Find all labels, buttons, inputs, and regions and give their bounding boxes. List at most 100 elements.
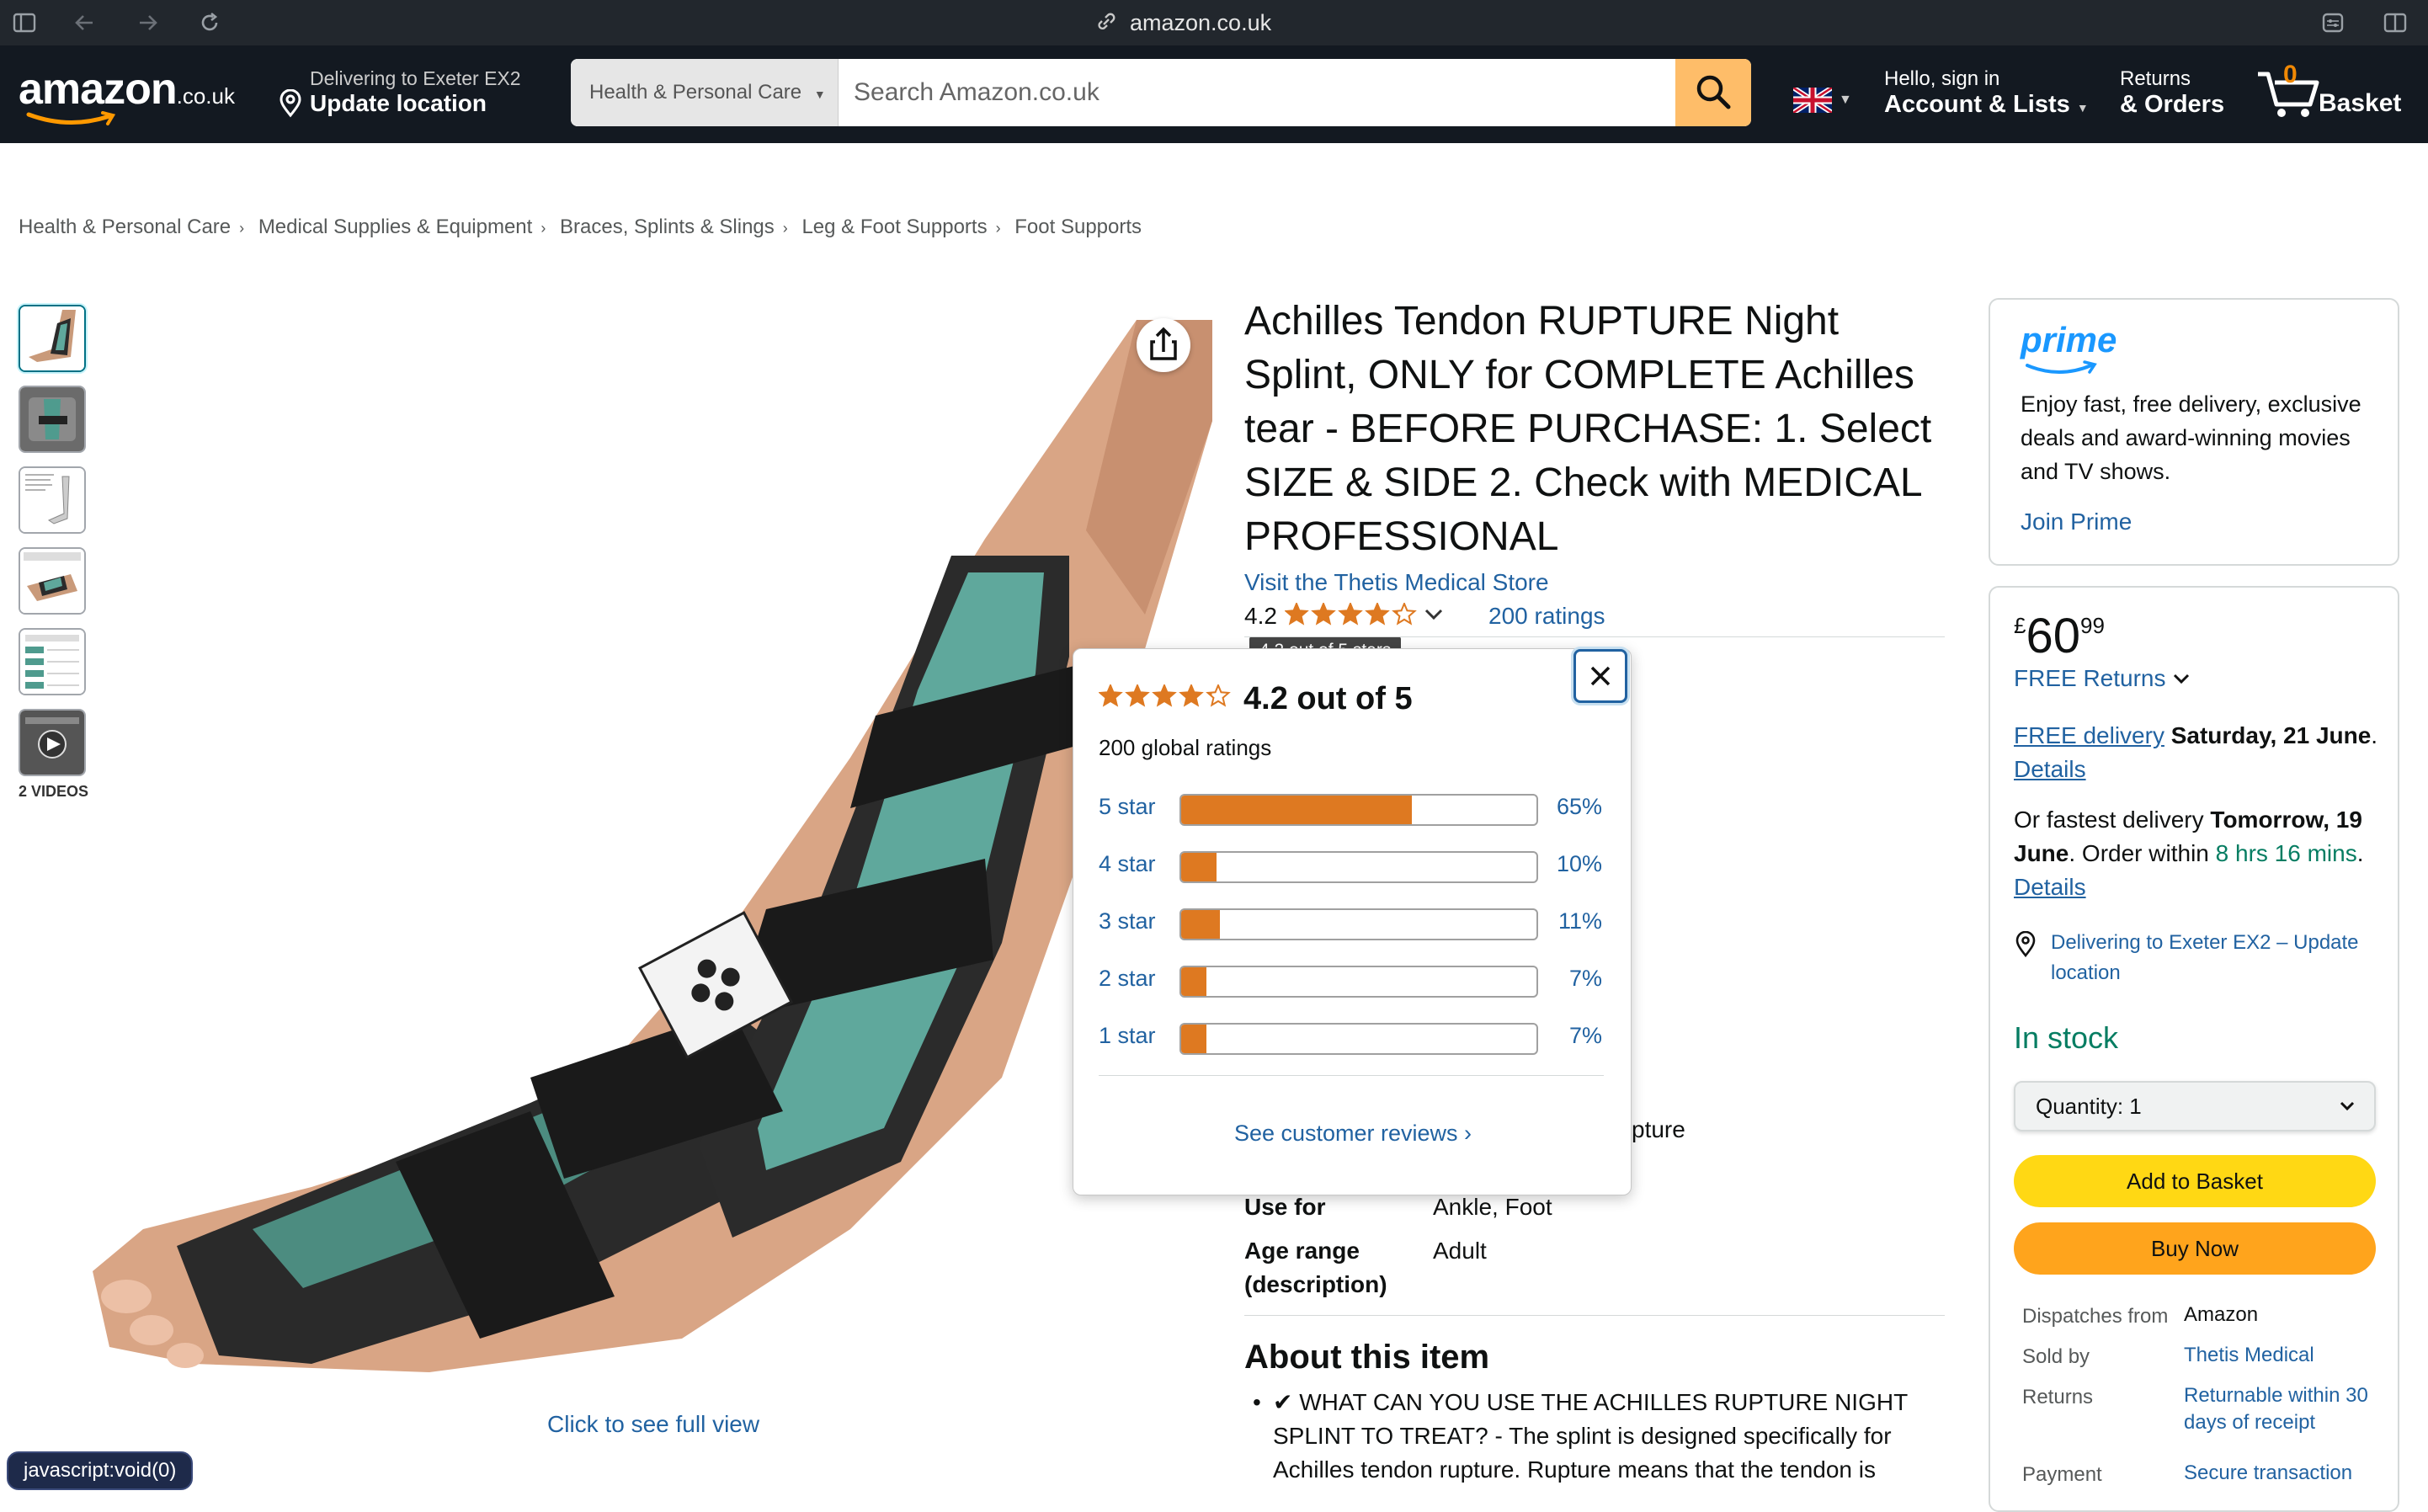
- reload-icon[interactable]: [197, 11, 222, 35]
- language-caret-icon: ▼: [1839, 93, 1852, 107]
- search-category-select[interactable]: Health & Personal Care ▼: [571, 59, 839, 126]
- payment-link[interactable]: Secure transaction: [2184, 1460, 2386, 1487]
- search-button[interactable]: [1675, 59, 1751, 126]
- thumbnail-1[interactable]: [19, 305, 86, 372]
- hist-bar-4[interactable]: [1179, 851, 1538, 883]
- quantity-value: 1: [2129, 1094, 2142, 1119]
- close-button[interactable]: [1573, 649, 1627, 703]
- main-product-image[interactable]: [93, 320, 1212, 1398]
- chevron-down-icon[interactable]: [1423, 603, 1445, 631]
- thumbnail-5[interactable]: [19, 628, 86, 695]
- forward-icon[interactable]: [135, 11, 160, 35]
- returns-policy-link[interactable]: Returnable within 30 days of receipt: [2184, 1382, 2386, 1436]
- hist-pct-2[interactable]: 7%: [1555, 966, 1602, 992]
- dispatches-value: Amazon: [2184, 1303, 2259, 1326]
- thumbnail-3[interactable]: [19, 466, 86, 534]
- about-title: About this item: [1244, 1339, 1490, 1376]
- product-title: Achilles Tendon RUPTURE Night Splint, ON…: [1244, 299, 1932, 559]
- full-view-link[interactable]: Click to see full view: [547, 1411, 759, 1438]
- order-countdown: 8 hrs 16 mins: [2215, 840, 2357, 866]
- star-icon: [1099, 684, 1123, 707]
- add-to-basket-button[interactable]: Add to Basket: [2014, 1155, 2376, 1207]
- hist-label-5[interactable]: 5 star: [1099, 794, 1156, 820]
- details-link[interactable]: Details: [2014, 874, 2086, 900]
- hist-bar-5[interactable]: [1179, 794, 1538, 826]
- see-reviews-link[interactable]: See customer reviews ›: [1073, 1121, 1632, 1147]
- buy-box: £6099 FREE Returns FREE delivery Saturda…: [1989, 586, 2399, 1512]
- sidebar-toggle-icon[interactable]: [12, 11, 37, 35]
- videos-label[interactable]: 2 VIDEOS: [19, 783, 88, 801]
- hist-bar-1[interactable]: [1179, 1023, 1538, 1055]
- hist-label-4[interactable]: 4 star: [1099, 851, 1156, 877]
- hist-bar-3[interactable]: [1179, 908, 1538, 940]
- search-input[interactable]: [839, 59, 1689, 126]
- back-icon[interactable]: [72, 11, 98, 35]
- breadcrumb-item[interactable]: Medical Supplies & Equipment: [258, 216, 533, 238]
- star-rating-icon[interactable]: [1285, 603, 1419, 630]
- details-link[interactable]: Details: [2014, 756, 2086, 782]
- breadcrumb-item[interactable]: Braces, Splints & Slings: [560, 216, 775, 238]
- video-thumbnail[interactable]: [19, 709, 86, 776]
- payment-label: Payment: [2022, 1463, 2102, 1486]
- extension-icon[interactable]: [2320, 11, 2345, 35]
- breadcrumb-item[interactable]: Leg & Foot Supports: [801, 216, 987, 238]
- star-icon: [1285, 603, 1309, 626]
- split-view-icon[interactable]: [2383, 11, 2408, 35]
- price-fraction: 99: [2079, 613, 2105, 638]
- location-pin-icon: [280, 89, 301, 118]
- spec-partial-value: pture: [1632, 1116, 1685, 1142]
- store-link[interactable]: Visit the Thetis Medical Store: [1244, 569, 1549, 596]
- fastest-prefix: Or fastest delivery: [2014, 807, 2204, 833]
- hist-label-3[interactable]: 3 star: [1099, 908, 1156, 934]
- quantity-select[interactable]: Quantity: 1: [2014, 1081, 2376, 1131]
- delivery-location-link[interactable]: Delivering to Exeter EX2 – Update locati…: [2051, 928, 2388, 988]
- hist-pct-5[interactable]: 65%: [1555, 794, 1602, 820]
- ratings-count-link[interactable]: 200 ratings: [1488, 603, 1605, 630]
- status-bar-url: javascript:void(0): [7, 1451, 194, 1490]
- thumbnail-4[interactable]: [19, 547, 86, 615]
- account-caret-icon: ▼: [2076, 101, 2089, 114]
- deliver-to[interactable]: Delivering to Exeter EX2 Update location: [278, 67, 521, 118]
- price: £6099: [2014, 608, 2105, 664]
- uk-flag-icon[interactable]: [1793, 88, 1832, 113]
- prime-text: Enjoy fast, free delivery, exclusive dea…: [2021, 391, 2361, 484]
- divider: [1099, 1075, 1604, 1076]
- spec-key: Use for: [1244, 1194, 1326, 1220]
- breadcrumb-item[interactable]: Health & Personal Care: [19, 216, 231, 238]
- logo-text: amazon: [19, 65, 178, 114]
- basket-label[interactable]: Basket: [2319, 89, 2401, 118]
- join-prime-link[interactable]: Join Prime: [2021, 508, 2132, 535]
- free-returns-link[interactable]: FREE Returns: [2014, 665, 2191, 692]
- hist-bar-2[interactable]: [1179, 966, 1538, 998]
- close-icon: [1590, 666, 1611, 686]
- spec-key-line2: (description): [1244, 1271, 1387, 1297]
- star-icon: [1365, 603, 1390, 626]
- share-button[interactable]: [1137, 318, 1190, 372]
- sold-by-label: Sold by: [2022, 1345, 2090, 1368]
- breadcrumb-separator: ›: [239, 220, 245, 237]
- logo-tld: .co.uk: [176, 83, 235, 109]
- address-bar[interactable]: amazon.co.uk: [1094, 8, 1347, 37]
- free-delivery-link[interactable]: FREE delivery: [2014, 722, 2164, 748]
- share-icon: [1150, 327, 1177, 360]
- spec-key: Age range: [1244, 1238, 1360, 1264]
- spec-value: Ankle, Foot: [1433, 1194, 1552, 1220]
- hist-label-2[interactable]: 2 star: [1099, 966, 1156, 992]
- hist-label-1[interactable]: 1 star: [1099, 1023, 1156, 1049]
- sold-by-link[interactable]: Thetis Medical: [2184, 1342, 2386, 1369]
- popover-out-of: 4.2 out of 5: [1243, 681, 1413, 716]
- account-lists[interactable]: Hello, sign in Account & Lists ▼: [1884, 67, 2089, 119]
- returns-orders[interactable]: Returns & Orders: [2120, 67, 2224, 119]
- amazon-logo[interactable]: amazon.co.uk: [19, 64, 235, 114]
- hist-pct-3[interactable]: 11%: [1555, 908, 1602, 934]
- breadcrumb-item[interactable]: Foot Supports: [1014, 216, 1142, 238]
- buy-now-button[interactable]: Buy Now: [2014, 1222, 2376, 1275]
- chevron-down-icon: ▼: [813, 88, 826, 101]
- breadcrumb-separator: ›: [782, 220, 788, 237]
- thumbnail-2[interactable]: [19, 386, 86, 453]
- hist-pct-4[interactable]: 10%: [1555, 851, 1602, 877]
- account-line1: Hello, sign in: [1884, 67, 2000, 90]
- account-line2: Account & Lists: [1884, 91, 2070, 118]
- hist-pct-1[interactable]: 7%: [1555, 1023, 1602, 1049]
- bullet-dot: •: [1253, 1389, 1261, 1415]
